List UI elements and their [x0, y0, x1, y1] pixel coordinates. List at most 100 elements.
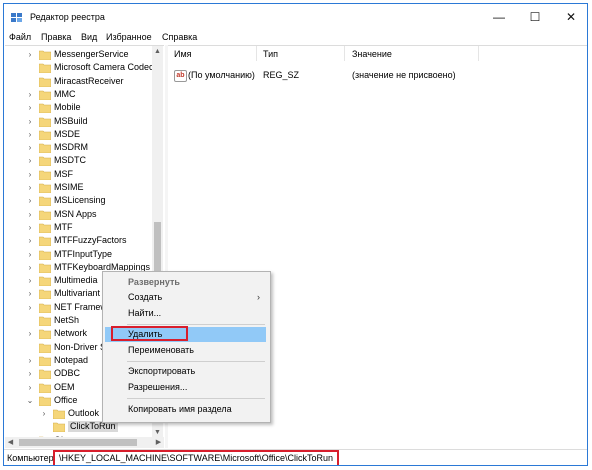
minimize-button[interactable]: —	[481, 4, 517, 30]
expand-chevron-icon[interactable]: ›	[25, 328, 35, 339]
menu-item-label: Развернуть	[128, 277, 180, 287]
expand-chevron-icon[interactable]: ›	[25, 382, 35, 393]
tree-horizontal-scrollbar[interactable]: ◀ ▶	[5, 437, 164, 448]
collapse-chevron-icon[interactable]: ⌄	[25, 395, 35, 406]
expand-chevron-icon[interactable]: ›	[25, 116, 35, 127]
tree-item-label: MSLicensing	[54, 195, 106, 206]
expand-chevron-icon[interactable]: ›	[25, 129, 35, 140]
expand-chevron-icon[interactable]: ›	[25, 209, 35, 220]
menu-item-expand[interactable]: Развернуть	[105, 275, 266, 290]
folder-icon	[53, 423, 65, 433]
menu-help[interactable]: Справка	[162, 32, 197, 42]
expand-chevron-icon[interactable]: ›	[25, 89, 35, 100]
tree-item-label: Multimedia	[54, 275, 98, 286]
tree-item[interactable]: Microsoft Camera Codec	[5, 61, 155, 74]
tree-item-label: MSDTC	[54, 155, 86, 166]
tree-item[interactable]: › MSDTC	[5, 154, 155, 167]
expand-chevron-icon[interactable]: ›	[25, 368, 35, 379]
tree-item[interactable]: › MMC	[5, 88, 155, 101]
menu-item-find[interactable]: Найти...	[105, 306, 266, 321]
tree-item[interactable]: MiracastReceiver	[5, 75, 155, 88]
folder-icon	[39, 183, 51, 193]
column-divider[interactable]	[256, 46, 257, 61]
tree-item[interactable]: › MSLicensing	[5, 194, 155, 207]
expand-chevron-icon[interactable]: ›	[25, 195, 35, 206]
menu-view[interactable]: Вид	[81, 32, 97, 42]
status-prefix: Компьютер	[7, 453, 54, 463]
tree-item[interactable]: › MTFFuzzyFactors	[5, 234, 155, 247]
hscroll-thumb[interactable]	[19, 439, 137, 446]
folder-icon	[39, 103, 51, 114]
tree-item[interactable]: › MSDE	[5, 128, 155, 141]
menu-file[interactable]: Файл	[9, 32, 31, 42]
menu-edit[interactable]: Правка	[41, 32, 71, 42]
expand-chevron-icon[interactable]: ›	[25, 155, 35, 166]
menu-item-rename[interactable]: Переименовать	[105, 343, 266, 358]
value-name: (По умолчанию)	[188, 70, 255, 80]
scroll-up-arrow-icon[interactable]: ▲	[152, 46, 163, 57]
tree-item-label: Non-Driver S	[54, 341, 107, 352]
expand-chevron-icon[interactable]: ›	[25, 222, 35, 233]
menu-separator	[127, 398, 265, 399]
tree-item[interactable]: › MSIME	[5, 181, 155, 194]
menu-favorites[interactable]: Избранное	[106, 32, 152, 42]
menu-item-label: Переименовать	[128, 345, 194, 355]
tree-item-label: OEM	[54, 381, 75, 392]
registry-editor-window: Редактор реестра — ☐ ✕ Файл Правка Вид И…	[3, 3, 588, 466]
folder-icon	[39, 157, 51, 167]
menu-item-label: Экспортировать	[128, 366, 196, 376]
expand-chevron-icon[interactable]: ›	[25, 262, 35, 273]
tree-item-label: Notepad	[54, 354, 89, 365]
tree-item[interactable]: › MTFInputType	[5, 248, 155, 261]
tree-item[interactable]: › MSBuild	[5, 115, 155, 128]
tree-item-label: Mobile	[54, 102, 81, 113]
expand-chevron-icon[interactable]: ›	[25, 142, 35, 153]
expand-chevron-icon[interactable]: ›	[25, 182, 35, 193]
expand-chevron-icon[interactable]: ›	[25, 355, 35, 366]
tree-item-label: MSDE	[54, 128, 81, 139]
expand-chevron-icon[interactable]: ›	[25, 49, 35, 60]
menu-item-delete[interactable]: Удалить	[105, 326, 266, 342]
tree-item[interactable]: › MSN Apps	[5, 208, 155, 221]
close-button[interactable]: ✕	[553, 4, 587, 30]
tree-item[interactable]: › MessengerService	[5, 48, 155, 61]
folder-icon	[39, 223, 51, 233]
expand-chevron-icon[interactable]: ›	[25, 235, 35, 246]
menu-item-export[interactable]: Экспортировать	[105, 364, 266, 379]
expand-chevron-icon[interactable]: ›	[39, 408, 49, 419]
expand-chevron-icon[interactable]: ›	[25, 169, 35, 180]
regedit-app-icon	[11, 13, 22, 22]
menu-item-label: Удалить	[128, 329, 163, 339]
folder-icon	[39, 90, 51, 100]
menu-item-copy-key-name[interactable]: Копировать имя раздела	[105, 402, 266, 417]
column-header-name[interactable]: Имя	[174, 49, 192, 59]
menu-separator	[127, 324, 265, 325]
folder-icon	[39, 276, 51, 287]
tree-item-label: MSIME	[54, 182, 84, 192]
expand-chevron-icon[interactable]: ›	[25, 249, 35, 260]
scroll-right-arrow-icon[interactable]: ▶	[153, 437, 164, 448]
submenu-arrow-icon: ›	[257, 292, 260, 302]
expand-chevron-icon[interactable]: ›	[25, 302, 35, 313]
scroll-thumb[interactable]	[154, 222, 161, 277]
column-divider[interactable]	[478, 46, 479, 61]
menu-item-create[interactable]: Создать ›	[105, 290, 266, 305]
scroll-left-arrow-icon[interactable]: ◀	[5, 437, 16, 448]
expand-chevron-icon[interactable]: ›	[25, 102, 35, 113]
maximize-button[interactable]: ☐	[517, 4, 553, 30]
tree-item[interactable]: › MTF	[5, 221, 155, 234]
value-data: (значение не присвоено)	[352, 70, 456, 80]
menu-item-label: Копировать имя раздела	[128, 404, 232, 414]
tree-item-label: ClickToRun	[68, 421, 118, 433]
column-header-type[interactable]: Тип	[263, 49, 278, 59]
tree-item[interactable]: › MSF	[5, 168, 155, 181]
expand-chevron-icon[interactable]: ›	[25, 288, 35, 299]
folder-icon	[39, 130, 51, 140]
folder-icon	[53, 409, 65, 420]
menu-item-permissions[interactable]: Разрешения...	[105, 380, 266, 395]
column-divider[interactable]	[344, 46, 345, 61]
tree-item[interactable]: › MSDRM	[5, 141, 155, 154]
column-header-value[interactable]: Значение	[352, 49, 392, 59]
expand-chevron-icon[interactable]: ›	[25, 275, 35, 286]
tree-item[interactable]: › Mobile	[5, 101, 155, 114]
